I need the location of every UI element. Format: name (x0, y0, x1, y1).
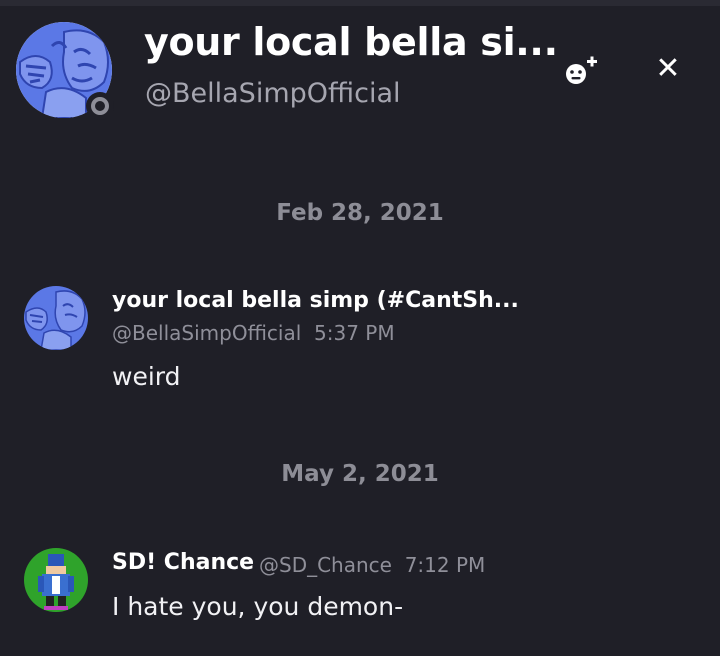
status-indicator-offline (86, 92, 114, 120)
close-button[interactable]: ✕ (652, 50, 684, 86)
close-icon: ✕ (655, 50, 681, 86)
chance-avatar-image (24, 548, 88, 612)
message-author-name[interactable]: SD! Chance (112, 550, 254, 575)
profile-display-name: your local bella si... (144, 20, 558, 64)
message-meta: @SD_Chance 7:12 PM (259, 553, 485, 577)
message-meta: @BellaSimpOfficial 5:37 PM (112, 321, 395, 345)
add-friend-button[interactable] (562, 54, 602, 90)
profile-handle: @BellaSimpOfficial (145, 78, 401, 109)
status-ring (91, 97, 109, 115)
bella-avatar-image (24, 286, 88, 350)
message-timestamp: 7:12 PM (404, 553, 486, 577)
message-author-handle: @BellaSimpOfficial (112, 321, 302, 345)
message-text: weird (112, 362, 181, 391)
message-author-avatar[interactable] (24, 286, 88, 350)
top-strip (0, 0, 720, 6)
date-separator: Feb 28, 2021 (276, 200, 444, 226)
message-timestamp: 5:37 PM (314, 321, 395, 345)
message-text: I hate you, you demon- (112, 592, 404, 621)
message-author-avatar[interactable] (24, 548, 88, 612)
date-separator: May 2, 2021 (281, 461, 439, 487)
message-author-name[interactable]: your local bella simp (#CantSh... (112, 288, 519, 313)
message-author-handle: @SD_Chance (259, 553, 392, 577)
add-friend-icon (566, 56, 597, 84)
